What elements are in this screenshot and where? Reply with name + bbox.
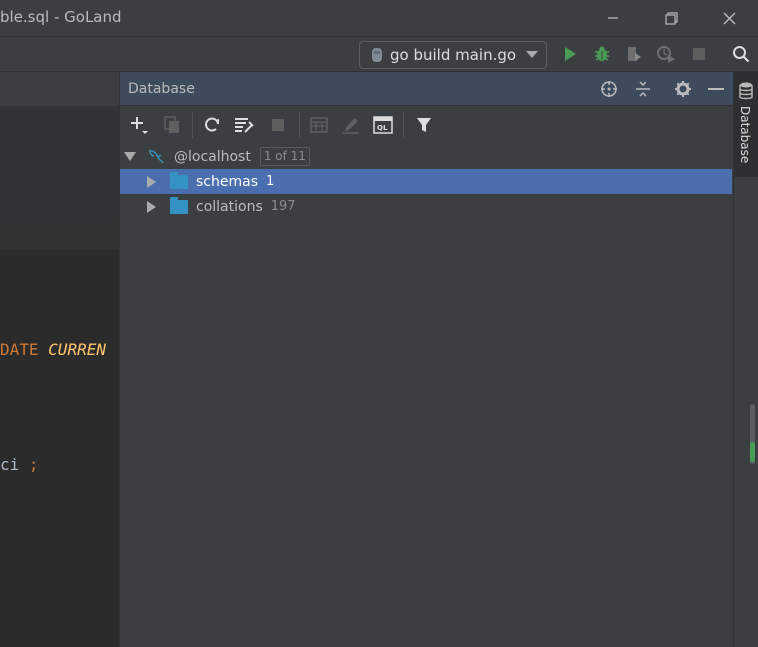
toolbar-separator xyxy=(192,112,193,138)
code-editor[interactable]: DATE CURREN ci ; xyxy=(0,72,119,647)
duplicate-button[interactable] xyxy=(161,114,183,136)
tree-node-host[interactable]: @localhost 1 of 11 xyxy=(120,144,732,169)
hide-button[interactable] xyxy=(705,79,727,99)
coverage-icon xyxy=(628,47,641,61)
filter-icon xyxy=(417,118,431,132)
search-icon xyxy=(733,46,750,63)
run-configuration-dropdown[interactable]: go build main.go xyxy=(359,41,547,69)
database-header: Database xyxy=(120,72,734,106)
code-line: ci ; xyxy=(0,455,39,474)
debug-icon xyxy=(595,46,609,61)
database-stripe-label: Database xyxy=(738,106,752,164)
run-configuration-label: go build main.go xyxy=(390,46,517,64)
stop-icon xyxy=(693,48,705,60)
folder-icon xyxy=(170,171,188,189)
sql-function: CURREN xyxy=(48,340,106,359)
database-icon xyxy=(739,82,753,100)
database-title: Database xyxy=(128,81,195,97)
refresh-icon xyxy=(205,117,219,132)
editor-tab-strip xyxy=(0,72,119,106)
edit-source-button[interactable] xyxy=(340,114,362,136)
hide-icon xyxy=(708,88,724,90)
edit-icon xyxy=(343,118,359,134)
table-editor-button[interactable] xyxy=(308,114,330,136)
tree-node-schemas[interactable]: schemas 1 xyxy=(120,169,732,194)
coverage-button[interactable] xyxy=(623,44,645,64)
tree-node-collations[interactable]: collations 197 xyxy=(120,194,732,219)
chevron-down-icon xyxy=(526,51,538,58)
minimize-button[interactable] xyxy=(585,0,641,36)
database-stripe-tab[interactable]: Database xyxy=(734,72,758,177)
collapsed-arrow-icon[interactable] xyxy=(147,200,156,213)
editor-current-line xyxy=(0,222,119,250)
run-icon xyxy=(565,47,576,61)
host-label: @localhost xyxy=(174,148,251,165)
right-tool-stripe: Database xyxy=(733,72,758,647)
ide-window: ble.sql - GoLand go build main.go DATE C… xyxy=(0,0,758,647)
collations-count: 197 xyxy=(270,199,296,214)
table-icon xyxy=(310,117,328,133)
code-line: DATE CURREN xyxy=(0,340,106,359)
window-title: ble.sql - GoLand xyxy=(0,8,122,26)
filter-button[interactable] xyxy=(413,114,435,136)
host-badge: 1 of 11 xyxy=(259,147,310,166)
console-icon: QL xyxy=(373,116,393,134)
add-button[interactable] xyxy=(128,114,150,136)
editor-highlight-block xyxy=(0,106,119,222)
close-button[interactable] xyxy=(701,0,757,36)
toolbar-separator xyxy=(403,112,404,138)
collapse-all-icon xyxy=(636,81,650,97)
profile-icon xyxy=(657,46,675,63)
minimize-icon xyxy=(608,17,618,19)
duplicate-icon xyxy=(164,116,179,133)
locate-button[interactable] xyxy=(598,79,620,99)
mysql-dolphin-icon xyxy=(148,149,164,163)
refresh-button[interactable] xyxy=(201,114,223,136)
stop-button[interactable] xyxy=(688,44,710,64)
sql-keyword: DATE xyxy=(0,340,39,359)
scrollbar-change-marker xyxy=(750,442,755,462)
restore-button[interactable] xyxy=(643,0,699,36)
schemas-count: 1 xyxy=(266,174,275,189)
sql-text: ci xyxy=(0,455,20,474)
close-icon xyxy=(723,12,735,24)
restore-icon xyxy=(664,11,678,25)
database-tool-window: Database QL @localhost 1 of 11 schemas 1… xyxy=(119,72,734,647)
collations-label: collations xyxy=(196,198,263,215)
stop-query-button[interactable] xyxy=(267,114,289,136)
search-everywhere-button[interactable] xyxy=(730,44,752,64)
profile-button[interactable] xyxy=(655,44,677,64)
run-button[interactable] xyxy=(559,44,581,64)
collapsed-arrow-icon[interactable] xyxy=(147,175,156,188)
sql-semicolon: ; xyxy=(28,455,39,474)
svg-text:QL: QL xyxy=(377,124,388,132)
open-console-button[interactable]: QL xyxy=(372,114,394,136)
collapse-all-button[interactable] xyxy=(632,79,654,99)
title-bar: ble.sql - GoLand xyxy=(0,0,758,36)
schema-settings-icon xyxy=(235,118,254,133)
stop-icon xyxy=(272,119,284,131)
folder-icon xyxy=(170,196,188,214)
expanded-arrow-icon[interactable] xyxy=(124,152,136,161)
debug-button[interactable] xyxy=(591,44,613,64)
toolbar-separator xyxy=(299,112,300,138)
locate-icon xyxy=(601,81,617,97)
add-icon xyxy=(131,117,148,134)
go-config-icon xyxy=(372,48,382,62)
settings-button[interactable] xyxy=(672,79,694,99)
schema-settings-button[interactable] xyxy=(233,114,255,136)
settings-icon xyxy=(675,81,691,97)
schemas-label: schemas xyxy=(196,173,258,190)
